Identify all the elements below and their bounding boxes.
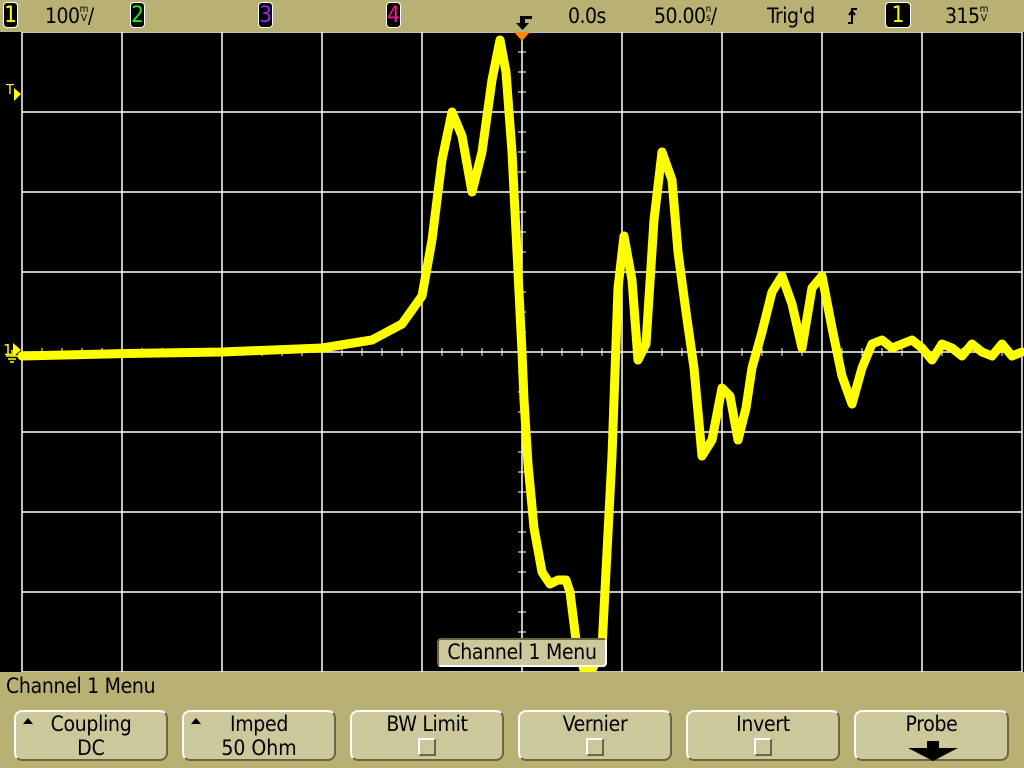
- delay-value: 0.0s: [568, 4, 606, 28]
- trigger-level-label: T: [5, 83, 14, 98]
- bw-limit-checkbox[interactable]: [418, 738, 436, 756]
- submenu-down-arrow-icon: [908, 741, 958, 761]
- vernier-checkbox[interactable]: [586, 738, 604, 756]
- imped-softkey[interactable]: Imped 50 Ohm: [182, 710, 336, 761]
- channel-1-menu-popup: Channel 1 Menu: [437, 638, 607, 667]
- rising-edge-icon: [848, 8, 857, 24]
- status-bar: 1 100m V/ 2 3 4 0.0s 50.00n s/ Trig'd 1 31…: [0, 0, 1024, 32]
- coupling-softkey[interactable]: Coupling DC: [14, 710, 168, 761]
- trigger-status: Trig'd: [767, 4, 815, 28]
- coupling-value: DC: [77, 736, 105, 760]
- channel-1-scale: 100m V/: [45, 4, 94, 28]
- channel-3-badge[interactable]: 3: [258, 2, 273, 28]
- trigger-level-value: 315: [945, 4, 980, 28]
- probe-softkey[interactable]: Probe: [854, 710, 1009, 761]
- waveform-display[interactable]: T 1: [0, 32, 1024, 672]
- trigger-source-badge[interactable]: 1: [885, 2, 911, 28]
- trigger-time-marker: [514, 32, 530, 41]
- trigger-level: 315m V: [945, 3, 988, 29]
- invert-checkbox[interactable]: [754, 738, 772, 756]
- invert-label: Invert: [736, 712, 790, 736]
- vernier-label: Vernier: [562, 712, 628, 736]
- probe-label: Probe: [905, 712, 958, 736]
- trigger-level-unit: mV: [979, 4, 989, 24]
- timebase: 50.00n s/: [654, 4, 717, 28]
- channel-1-scale-unit: mV: [79, 4, 89, 24]
- bw-limit-label: BW Limit: [386, 712, 468, 736]
- delay-reference-icon: [516, 16, 532, 30]
- imped-value: 50 Ohm: [221, 736, 297, 760]
- vernier-softkey[interactable]: Vernier: [518, 710, 672, 761]
- channel-1-ground-marker: 1: [3, 341, 21, 363]
- invert-softkey[interactable]: Invert: [686, 710, 840, 761]
- channel-1-badge[interactable]: 1: [3, 2, 18, 28]
- channel-2-badge[interactable]: 2: [130, 2, 145, 28]
- bw-limit-softkey[interactable]: BW Limit: [350, 710, 504, 761]
- timebase-value: 50.00: [654, 4, 706, 28]
- coupling-label: Coupling: [50, 712, 132, 736]
- trigger-level-marker: T: [5, 83, 21, 101]
- channel-1-scale-value: 100: [45, 4, 80, 28]
- imped-label: Imped: [229, 712, 289, 736]
- channel-4-badge[interactable]: 4: [386, 2, 401, 28]
- waveform-graticule: T 1: [3, 32, 1024, 672]
- menu-title: Channel 1 Menu: [6, 674, 156, 698]
